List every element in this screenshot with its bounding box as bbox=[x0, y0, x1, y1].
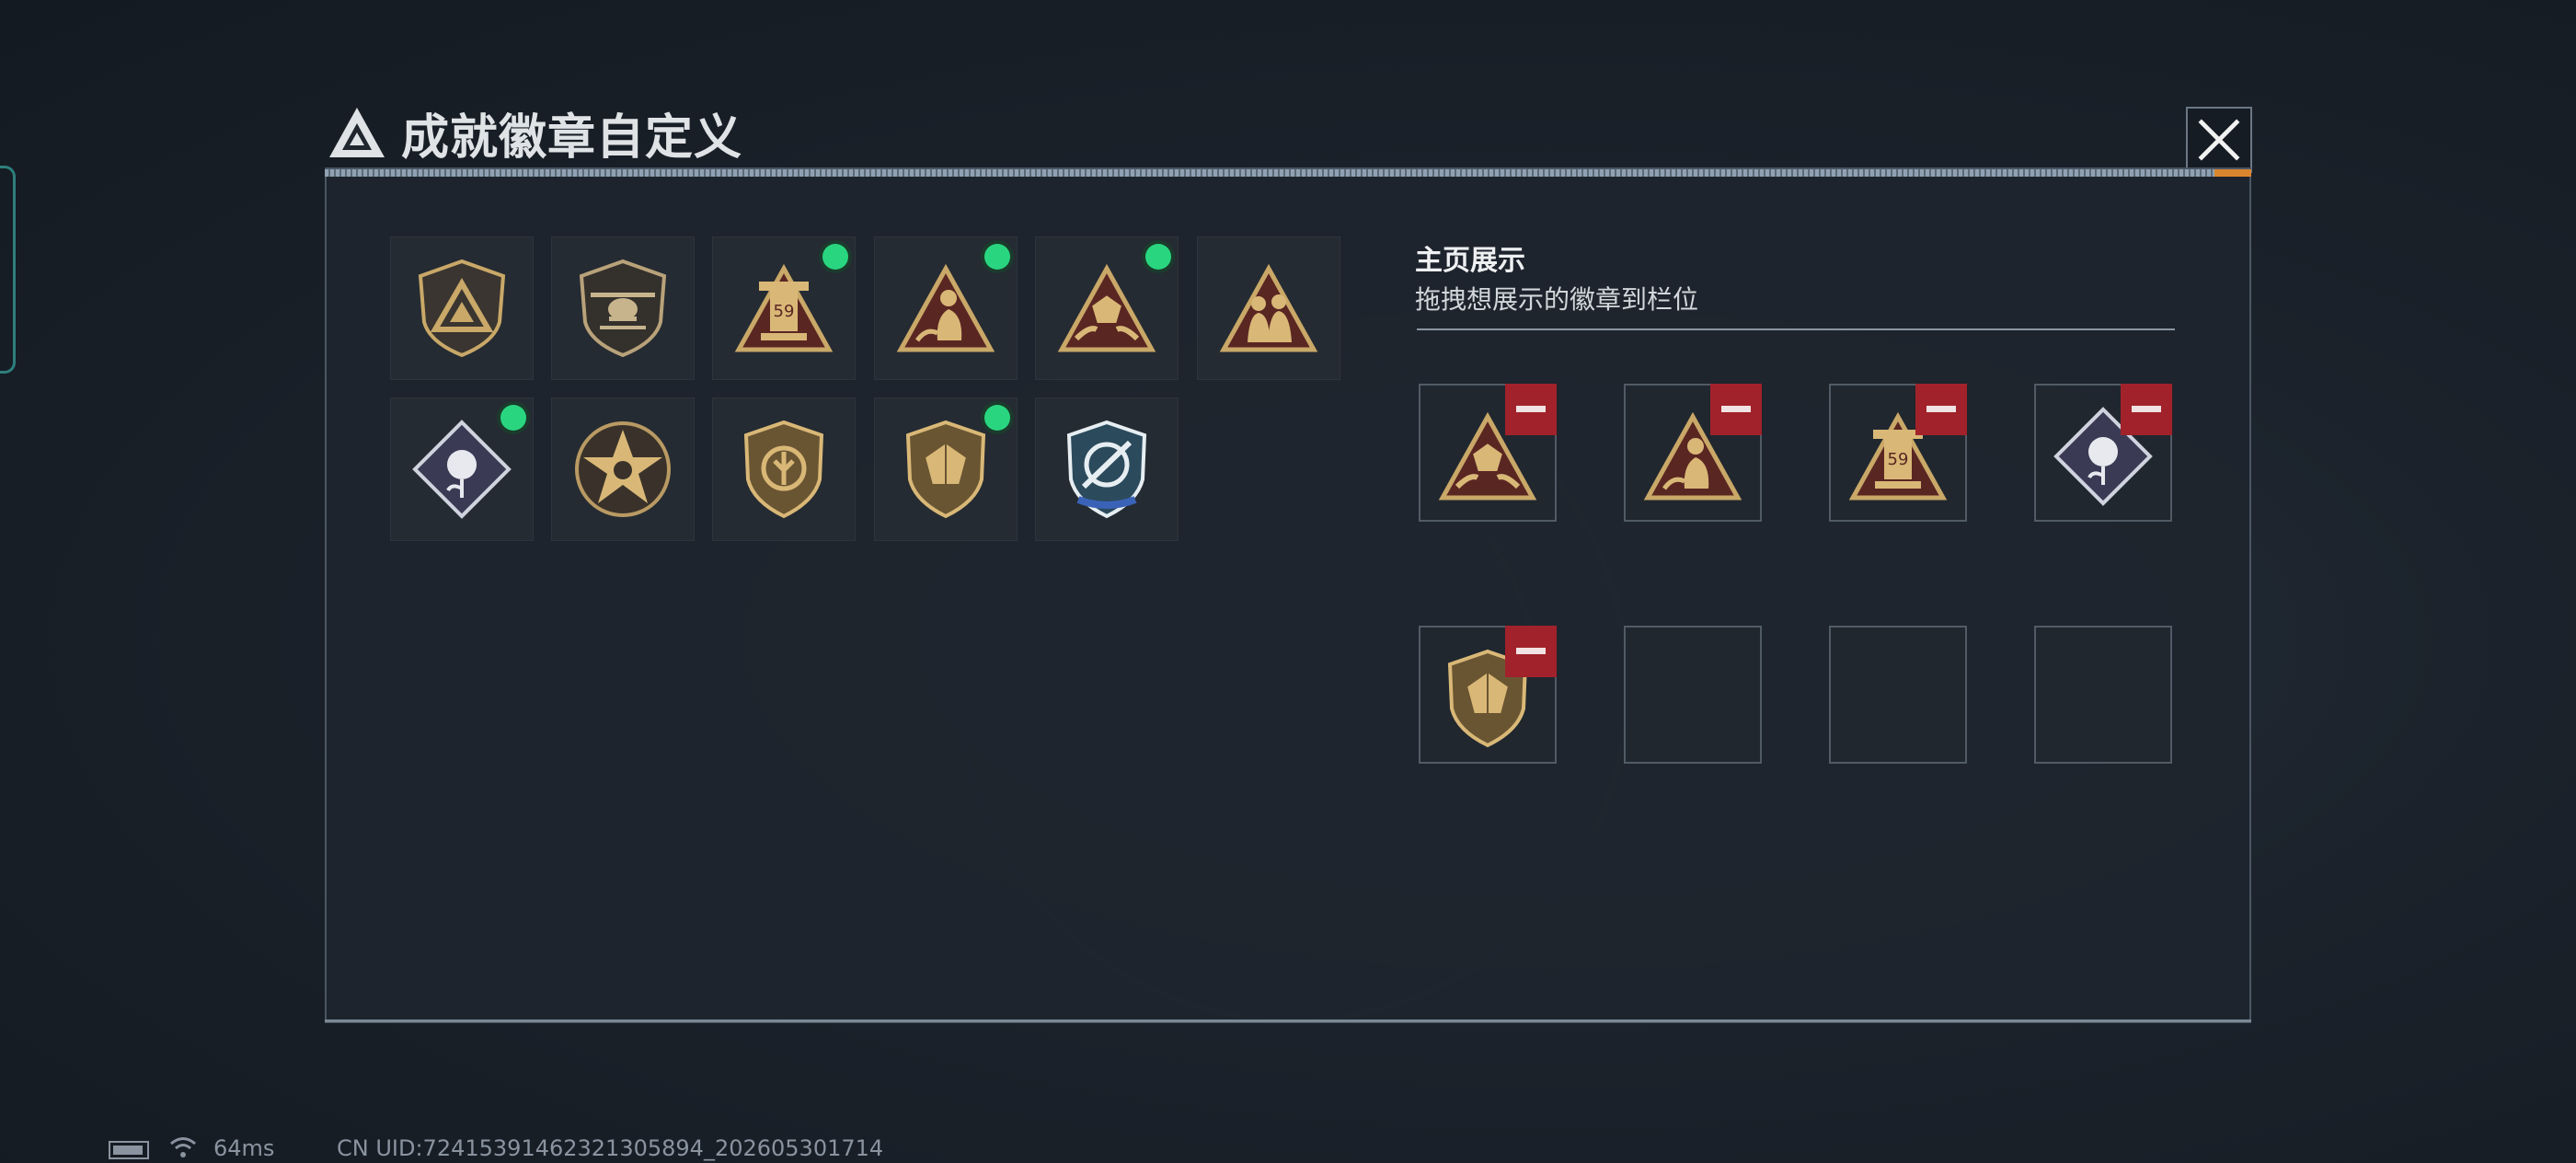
dialog-title-text: 成就徽章自定义 bbox=[401, 109, 743, 166]
ping-text: 64ms bbox=[213, 1135, 275, 1161]
svg-text:59: 59 bbox=[774, 302, 795, 321]
wifi-icon bbox=[170, 1137, 196, 1157]
crossed-knife-blue-shield-badge-icon bbox=[1066, 420, 1147, 519]
showcase-slot-7-empty[interactable] bbox=[1829, 626, 1967, 764]
showcase-slot-5[interactable] bbox=[1419, 626, 1557, 764]
badge-slot-3[interactable]: 59 bbox=[712, 236, 856, 380]
remove-badge-button[interactable] bbox=[1505, 626, 1557, 677]
soldiers-triangle-badge-icon bbox=[1219, 263, 1318, 352]
new-indicator-dot bbox=[984, 405, 1010, 431]
battery-icon bbox=[109, 1141, 149, 1159]
showcase-subtitle: 拖拽想展示的徽章到栏位 bbox=[1415, 284, 1699, 315]
tower-59-triangle-badge-icon: 59 bbox=[734, 263, 834, 352]
dice-shield-badge-icon bbox=[905, 420, 986, 519]
showcase-slot-1[interactable] bbox=[1419, 384, 1557, 522]
badge-slot-7[interactable] bbox=[390, 397, 534, 541]
star-skull-circle-badge-icon bbox=[575, 421, 671, 517]
showcase-slot-3[interactable]: 59 bbox=[1829, 384, 1967, 522]
new-indicator-dot bbox=[822, 244, 848, 270]
triangle-logo-icon bbox=[329, 108, 385, 157]
dialog-title: 成就徽章自定义 bbox=[328, 103, 742, 166]
showcase-slot-4[interactable] bbox=[2034, 384, 2172, 522]
new-indicator-dot bbox=[500, 405, 526, 431]
badge-slot-4[interactable] bbox=[874, 236, 1018, 380]
remove-badge-button[interactable] bbox=[1505, 384, 1557, 435]
badge-slot-6[interactable] bbox=[1197, 236, 1340, 380]
emblem-shield-badge-icon bbox=[743, 420, 824, 519]
showcase-slot-8-empty[interactable] bbox=[2034, 626, 2172, 764]
remove-badge-button[interactable] bbox=[2121, 384, 2172, 435]
figure-triangle-badge-icon bbox=[896, 263, 995, 352]
svg-text:59: 59 bbox=[1888, 450, 1909, 469]
badge-slot-1[interactable] bbox=[390, 236, 534, 380]
showcase-title: 主页展示 bbox=[1415, 245, 1525, 277]
dice-hands-triangle-badge-icon bbox=[1057, 263, 1156, 352]
showcase-slot-2[interactable] bbox=[1624, 384, 1762, 522]
showcase-slot-6-empty[interactable] bbox=[1624, 626, 1762, 764]
uid-text: CN UID:7241539146232130589​4_20260530171… bbox=[337, 1135, 884, 1161]
remove-badge-button[interactable] bbox=[1915, 384, 1967, 435]
remove-badge-button[interactable] bbox=[1710, 384, 1762, 435]
badge-slot-11[interactable] bbox=[1035, 397, 1179, 541]
badge-slot-5[interactable] bbox=[1035, 236, 1179, 380]
badge-slot-2[interactable] bbox=[551, 236, 695, 380]
triangle-shield-badge-icon bbox=[418, 259, 506, 358]
side-tab-edge[interactable] bbox=[0, 166, 16, 374]
helicopter-shield-badge-icon bbox=[579, 259, 667, 358]
dialog-bottom-border bbox=[325, 1019, 2251, 1022]
badge-slot-9[interactable] bbox=[712, 397, 856, 541]
close-icon bbox=[2198, 119, 2240, 161]
showcase-divider bbox=[1417, 328, 2175, 330]
badge-slot-8[interactable] bbox=[551, 397, 695, 541]
dialog-top-border bbox=[325, 169, 2251, 177]
close-button[interactable] bbox=[2186, 107, 2252, 173]
rose-diamond-badge-icon bbox=[412, 420, 512, 519]
new-indicator-dot bbox=[1145, 244, 1171, 270]
badge-slot-10[interactable] bbox=[874, 397, 1018, 541]
new-indicator-dot bbox=[984, 244, 1010, 270]
